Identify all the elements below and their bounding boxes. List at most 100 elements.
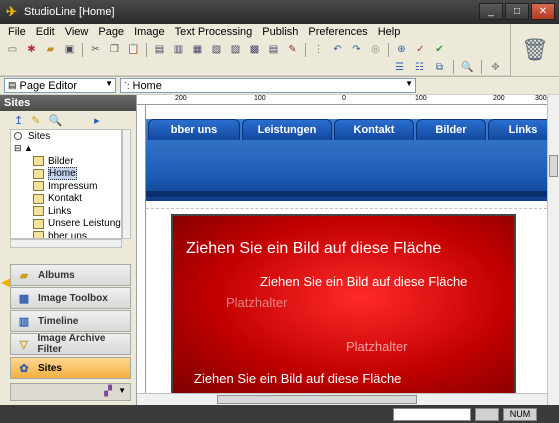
open-icon[interactable]: ▰ <box>42 42 59 57</box>
page-path-select[interactable]: `: Home ▼ <box>120 78 416 93</box>
image-drop-area[interactable]: Ziehen Sie ein Bild auf diese Fläche Zie… <box>171 214 516 395</box>
page-icon <box>33 231 44 238</box>
spellcheck-icon[interactable]: ✓ <box>412 42 429 57</box>
vertical-ruler <box>137 105 146 395</box>
scroll-thumb[interactable] <box>549 155 558 177</box>
site-tree: Sites ⊟ ▲ Bilder Home Impressum Kontakt … <box>10 129 122 239</box>
zoom-icon[interactable]: ⊕ <box>393 42 410 57</box>
distribute-icon[interactable]: ☷ <box>411 60 428 75</box>
new-page-icon[interactable]: ✱ <box>23 42 40 57</box>
collapse-arrow-icon[interactable]: ◀ <box>1 275 10 291</box>
archive-filter-icon: ▽ <box>19 338 28 351</box>
menu-publish[interactable]: Publish <box>262 26 298 38</box>
image-frame-icon[interactable]: ▦ <box>189 42 206 57</box>
tree-item[interactable]: bber uns <box>11 230 121 238</box>
status-bar: NUM <box>0 405 559 423</box>
panel-albums[interactable]: ▰ Albums <box>10 264 131 286</box>
view-select[interactable]: ▤ Page Editor ▼ <box>4 78 116 93</box>
chevron-down-icon[interactable]: ▼ <box>118 386 126 395</box>
undo-icon[interactable]: ↶ <box>329 42 346 57</box>
save-icon[interactable]: ▣ <box>61 42 78 57</box>
sidebar: Sites ↥ ✎ 🔍 ▸ Sites ⊟ ▲ Bilder Home Impr… <box>0 95 137 405</box>
main-toolbar: ▭ ✱ ▰ ▣ ✂ ❐ 📋 ▤ ▥ ▦ ▧ ▨ ▩ ▤ ✎ ⋮ ↶ ↷ ◎ ⊕ … <box>0 40 510 59</box>
menu-text-processing[interactable]: Text Processing <box>175 26 253 38</box>
redo-icon[interactable]: ↷ <box>348 42 365 57</box>
panel-image-archive-filter[interactable]: ▽ Image Archive Filter <box>10 333 131 355</box>
menu-edit[interactable]: Edit <box>36 26 55 38</box>
check-icon[interactable]: ✔ <box>431 42 448 57</box>
nav-tab-bilder[interactable]: Bilder <box>416 119 486 140</box>
menu-page[interactable]: Page <box>98 26 124 38</box>
tree-item-label: Links <box>48 205 72 217</box>
export-icon[interactable]: ▸ <box>94 114 100 127</box>
panel-timeline[interactable]: ▥ Timeline <box>10 310 131 332</box>
copy-icon[interactable]: ❐ <box>106 42 123 57</box>
drop-text: Ziehen Sie ein Bild auf diese Fläche <box>186 240 442 257</box>
menu-help[interactable]: Help <box>378 26 401 38</box>
editor-vertical-scrollbar[interactable] <box>547 95 559 405</box>
maximize-button[interactable]: □ <box>505 3 529 20</box>
sidebar-tools: ↥ ✎ 🔍 ▸ <box>0 111 136 129</box>
align-icon[interactable]: ☰ <box>391 60 408 75</box>
text-frame-icon[interactable]: ▥ <box>170 42 187 57</box>
nav-tab-leistungen[interactable]: Leistungen <box>242 119 332 140</box>
navbar-bottom-band <box>146 191 547 197</box>
menu-image[interactable]: Image <box>134 26 165 38</box>
tree-root[interactable]: Sites <box>11 130 121 143</box>
close-button[interactable]: ✕ <box>531 3 555 20</box>
panel-image-toolbox[interactable]: ▦ Image Toolbox <box>10 287 131 309</box>
tree-item[interactable]: Kontakt <box>11 193 121 206</box>
page-icon <box>33 181 44 192</box>
tree-hscrollbar[interactable] <box>10 239 122 248</box>
level-up-icon[interactable]: ↥ <box>14 114 23 127</box>
image-toolbox-icon: ▦ <box>18 292 30 305</box>
link-frame-icon[interactable]: ▧ <box>208 42 225 57</box>
albums-icon: ▰ <box>19 269 29 282</box>
pencil-icon[interactable]: ✎ <box>284 42 301 57</box>
form-icon[interactable]: ▤ <box>265 42 282 57</box>
nav-tab-ueber-uns[interactable]: bber uns <box>148 119 240 140</box>
tree-scrollbar[interactable] <box>122 129 131 239</box>
nav-tab-kontakt[interactable]: Kontakt <box>334 119 414 140</box>
minimize-button[interactable]: _ <box>479 3 503 20</box>
horizontal-ruler: 200 100 0 100 200 300 <box>137 95 547 105</box>
page-icon <box>33 218 44 229</box>
editor-horizontal-scrollbar[interactable] <box>137 393 547 405</box>
tree-expander[interactable]: ⊟ ▲ <box>11 143 121 156</box>
preview-icon[interactable]: ◎ <box>367 42 384 57</box>
search-icon[interactable]: 🔍 <box>48 114 62 127</box>
tree-item-label: Unsere Leistung <box>48 218 121 230</box>
menu-preferences[interactable]: Preferences <box>308 26 367 38</box>
menu-view[interactable]: View <box>65 26 89 38</box>
tree-item[interactable]: Unsere Leistung <box>11 218 121 231</box>
move-icon[interactable]: ✥ <box>487 60 504 75</box>
cut-icon[interactable]: ✂ <box>87 42 104 57</box>
tree-item[interactable]: Links <box>11 205 121 218</box>
layout-icon[interactable]: ▩ <box>246 42 263 57</box>
paste-icon[interactable]: 📋 <box>125 42 142 57</box>
ruler-label: 100 <box>415 95 427 102</box>
panel-config-icon[interactable]: ▞ <box>104 386 112 397</box>
table-icon[interactable]: ▨ <box>227 42 244 57</box>
arrange-icon[interactable]: ⧉ <box>431 60 448 75</box>
new-folder-icon[interactable]: ✎ <box>31 114 40 127</box>
grid-icon[interactable]: ⋮ <box>310 42 327 57</box>
page-canvas[interactable]: bber uns Leistungen Kontakt Bilder Links… <box>146 105 547 395</box>
ruler-label: 200 <box>493 95 505 102</box>
panel-sites[interactable]: ✿ Sites <box>10 357 131 379</box>
sitemap-icon: ⊟ ▲ <box>14 143 33 154</box>
tree-item[interactable]: Bilder <box>11 155 121 168</box>
nav-tab-links[interactable]: Links <box>488 119 547 140</box>
menu-file[interactable]: File <box>8 26 26 38</box>
scroll-thumb[interactable] <box>217 395 417 404</box>
menu-bar: File Edit View Page Image Text Processin… <box>0 24 510 40</box>
num-lock-indicator: NUM <box>503 407 537 421</box>
frame-icon[interactable]: ▤ <box>151 42 168 57</box>
address-bar: ▤ Page Editor ▼ `: Home ▼ <box>0 76 559 94</box>
tree-item[interactable]: Home <box>11 167 121 181</box>
trash-icon[interactable]: 🗑 <box>510 24 559 76</box>
page-icon <box>33 193 44 204</box>
search-icon[interactable]: 🔍 <box>459 60 476 75</box>
tree-item[interactable]: Impressum <box>11 180 121 193</box>
select-tool-icon[interactable]: ▭ <box>4 42 21 57</box>
